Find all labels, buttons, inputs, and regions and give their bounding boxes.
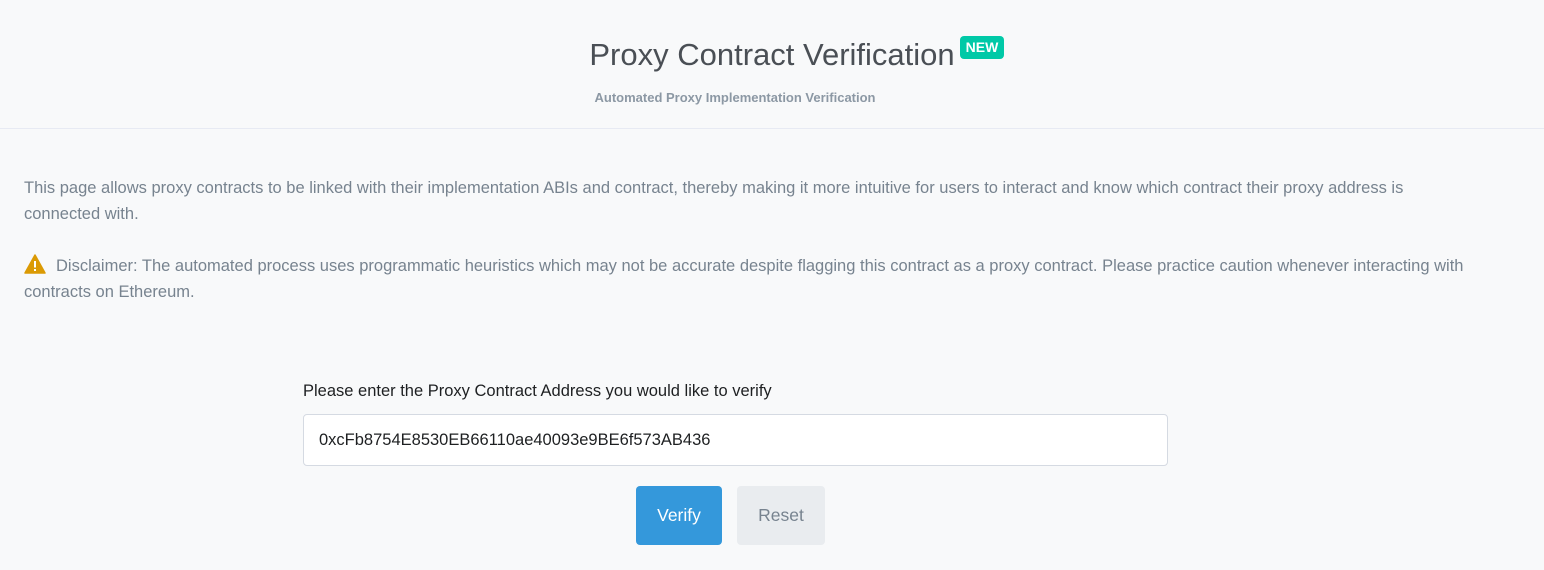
- page-header: Proxy Contract Verification NEW Automated…: [0, 0, 1544, 129]
- title-wrap: Proxy Contract Verification NEW: [0, 36, 1544, 74]
- warning-icon: [24, 254, 46, 274]
- address-label: Please enter the Proxy Contract Address …: [303, 382, 772, 400]
- disclaimer: Disclaimer: The automated process uses p…: [24, 253, 1464, 305]
- reset-button[interactable]: Reset: [737, 486, 825, 545]
- page-title: Proxy Contract Verification NEW: [589, 36, 1005, 74]
- new-badge: NEW: [959, 36, 1005, 59]
- intro-text: This page allows proxy contracts to be l…: [24, 179, 1404, 223]
- proxy-address-input[interactable]: [303, 414, 1168, 466]
- page-title-text: Proxy Contract Verification: [589, 37, 955, 72]
- page-subtitle: Automated Proxy Implementation Verificat…: [594, 90, 876, 105]
- disclaimer-text: Disclaimer: The automated process uses p…: [24, 257, 1464, 301]
- verify-button[interactable]: Verify: [636, 486, 722, 545]
